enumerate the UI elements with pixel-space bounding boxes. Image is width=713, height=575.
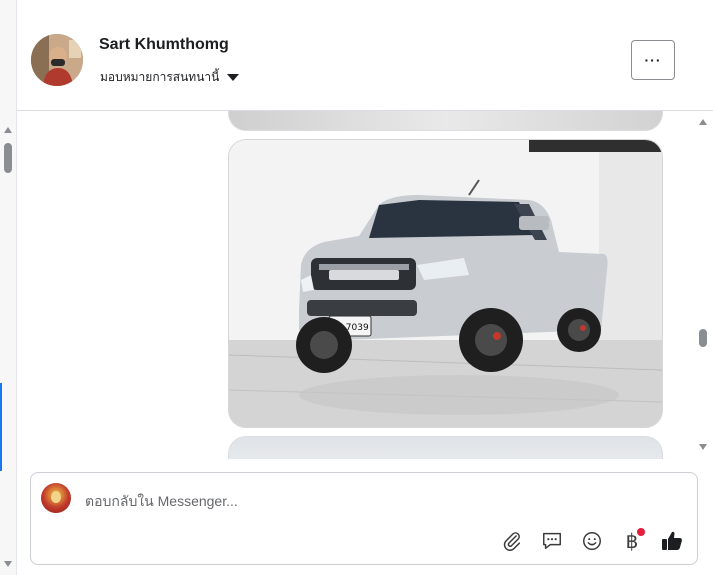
thumbs-up-icon [662, 531, 682, 550]
image-floor [229, 111, 662, 130]
more-options-button[interactable]: ··· [631, 40, 675, 80]
thread-scroll-down-arrow[interactable] [699, 444, 707, 450]
caret-down-icon [227, 74, 240, 81]
thread-scroll-up-arrow[interactable] [699, 119, 707, 125]
message-image-next[interactable] [228, 436, 663, 459]
smiley-icon [583, 532, 601, 550]
conversation-header: Sart Khumthomg มอบหมายการสนทนานี้ ··· [17, 10, 713, 111]
outer-scrollbar[interactable] [0, 0, 17, 575]
assign-conversation-dropdown[interactable]: มอบหมายการสนทนานี้ [100, 68, 240, 87]
avatar[interactable] [31, 34, 83, 86]
saved-replies-button[interactable] [539, 528, 565, 554]
paperclip-icon [503, 532, 521, 551]
message-image-previous[interactable] [228, 111, 663, 131]
contact-name[interactable]: Sart Khumthomg [99, 36, 229, 54]
chat-bubble-icon [543, 532, 561, 550]
assign-label: มอบหมายการสนทนานี้ [100, 70, 220, 84]
reply-input[interactable] [85, 491, 605, 511]
outer-scroll-thumb[interactable] [4, 143, 12, 173]
page-avatar [41, 483, 71, 513]
composer-toolbar: ฿ [499, 528, 685, 554]
thread-scroll-thumb[interactable] [699, 329, 707, 347]
scroll-down-arrow[interactable] [4, 561, 12, 567]
scroll-up-arrow[interactable] [4, 127, 12, 133]
thread-scrollbar[interactable] [695, 111, 711, 459]
attach-button[interactable] [499, 528, 525, 554]
reply-composer: ฿ [30, 472, 698, 565]
message-image-truck[interactable]: ษบ 7039 [228, 139, 663, 428]
avatar-image [31, 34, 83, 86]
notification-dot [637, 528, 645, 536]
conversation-window: Sart Khumthomg มอบหมายการสนทนานี้ ··· ษบ… [17, 0, 713, 575]
truck-photo: ษบ 7039 [229, 140, 662, 427]
payment-button[interactable]: ฿ [619, 528, 645, 554]
message-thread: ษบ 7039 [17, 111, 713, 459]
like-button[interactable] [659, 528, 685, 554]
focus-indicator [0, 383, 2, 471]
emoji-button[interactable] [579, 528, 605, 554]
